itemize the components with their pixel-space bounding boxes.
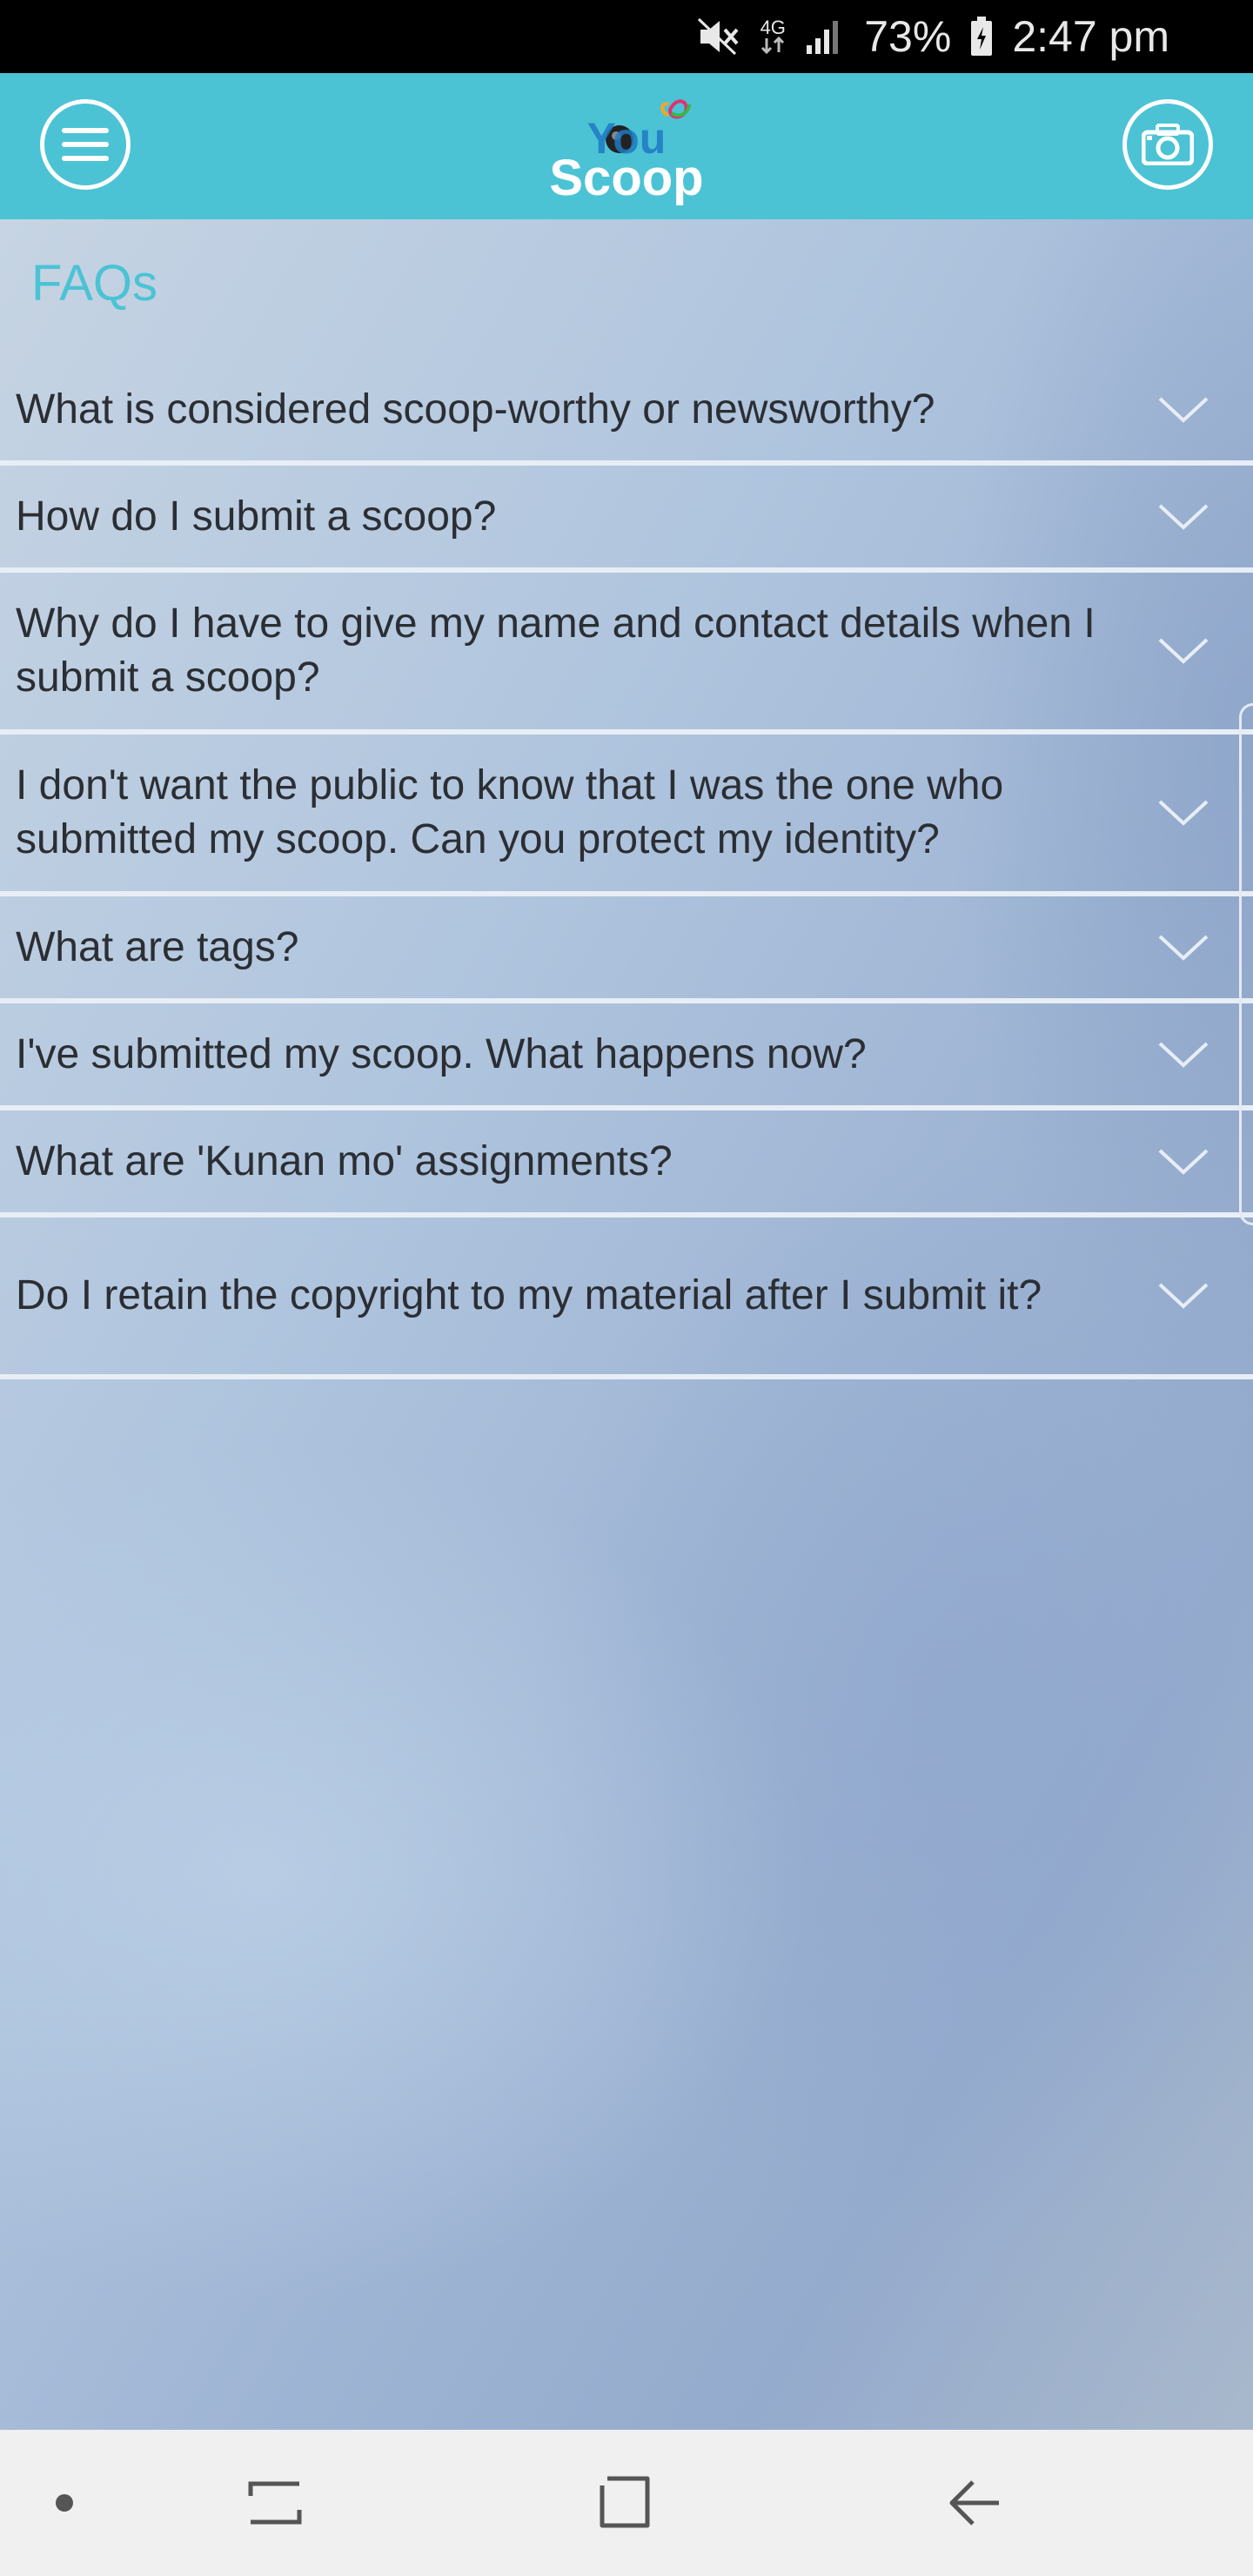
recent-apps-icon xyxy=(248,2481,302,2525)
faq-question: I've submitted my scoop. What happens no… xyxy=(16,1030,867,1077)
status-bar: 4G 73% 2:47 pm xyxy=(0,0,1253,73)
camera-button[interactable] xyxy=(1122,99,1213,190)
faq-question: What are 'Kunan mo' assignments? xyxy=(16,1137,673,1184)
home-button[interactable] xyxy=(590,2468,660,2538)
navigation-bar xyxy=(0,2430,1253,2576)
app-header: You Scoop xyxy=(0,73,1253,219)
app-logo: You Scoop xyxy=(539,92,714,206)
faq-question: Do I retain the copyright to my material… xyxy=(16,1272,1042,1318)
chevron-down-icon xyxy=(1158,1149,1209,1175)
faq-question: I don't want the public to know that I w… xyxy=(16,762,1004,862)
battery-percent: 73% xyxy=(864,12,952,61)
nav-dot-button[interactable] xyxy=(30,2468,99,2538)
menu-button[interactable] xyxy=(40,99,131,190)
clock: 2:47 pm xyxy=(1012,12,1169,61)
mute-icon xyxy=(697,17,740,56)
chevron-down-icon xyxy=(1158,1283,1209,1309)
chevron-down-icon xyxy=(1158,1042,1209,1068)
faq-item[interactable]: What are 'Kunan mo' assignments? xyxy=(0,1110,1253,1218)
chevron-down-icon xyxy=(1158,504,1209,530)
hamburger-menu-icon xyxy=(62,128,109,161)
chevron-down-icon xyxy=(1158,800,1209,826)
scroll-indicator[interactable] xyxy=(1239,703,1253,1225)
faq-question: Why do I have to give my name and contac… xyxy=(16,600,1096,701)
faq-question: How do I submit a scoop? xyxy=(16,493,497,540)
faq-item[interactable]: What is considered scoop-worthy or newsw… xyxy=(0,359,1253,466)
network-label: 4G xyxy=(760,17,786,38)
page-title: FAQs xyxy=(31,255,158,312)
signal-icon xyxy=(805,17,845,56)
battery-charging-icon xyxy=(970,17,993,57)
faq-item[interactable]: What are tags? xyxy=(0,896,1253,1003)
faq-item[interactable]: Do I retain the copyright to my material… xyxy=(0,1218,1253,1379)
dot-icon xyxy=(56,2494,73,2512)
status-icons: 4G 73% 2:47 pm xyxy=(697,0,1169,73)
chevron-down-icon xyxy=(1158,935,1209,961)
faq-question: What is considered scoop-worthy or newsw… xyxy=(16,386,935,433)
camera-icon xyxy=(1142,124,1194,165)
back-icon xyxy=(949,2480,999,2526)
faq-item[interactable]: How do I submit a scoop? xyxy=(0,466,1253,573)
home-icon xyxy=(600,2476,650,2528)
faq-page: FAQs What is considered scoop-worthy or … xyxy=(0,219,1253,2430)
faq-question: What are tags? xyxy=(16,923,299,970)
network-4g-icon: 4G xyxy=(760,17,786,54)
chevron-down-icon xyxy=(1158,397,1209,423)
chevron-down-icon xyxy=(1158,638,1209,664)
faq-item[interactable]: I don't want the public to know that I w… xyxy=(0,735,1253,896)
back-button[interactable] xyxy=(940,2468,1009,2538)
faq-list: What is considered scoop-worthy or newsw… xyxy=(0,359,1253,1379)
faq-item[interactable]: I've submitted my scoop. What happens no… xyxy=(0,1003,1253,1110)
faq-item[interactable]: Why do I have to give my name and contac… xyxy=(0,573,1253,735)
logo-text-bottom: Scoop xyxy=(549,150,703,205)
recent-apps-button[interactable] xyxy=(240,2468,310,2538)
